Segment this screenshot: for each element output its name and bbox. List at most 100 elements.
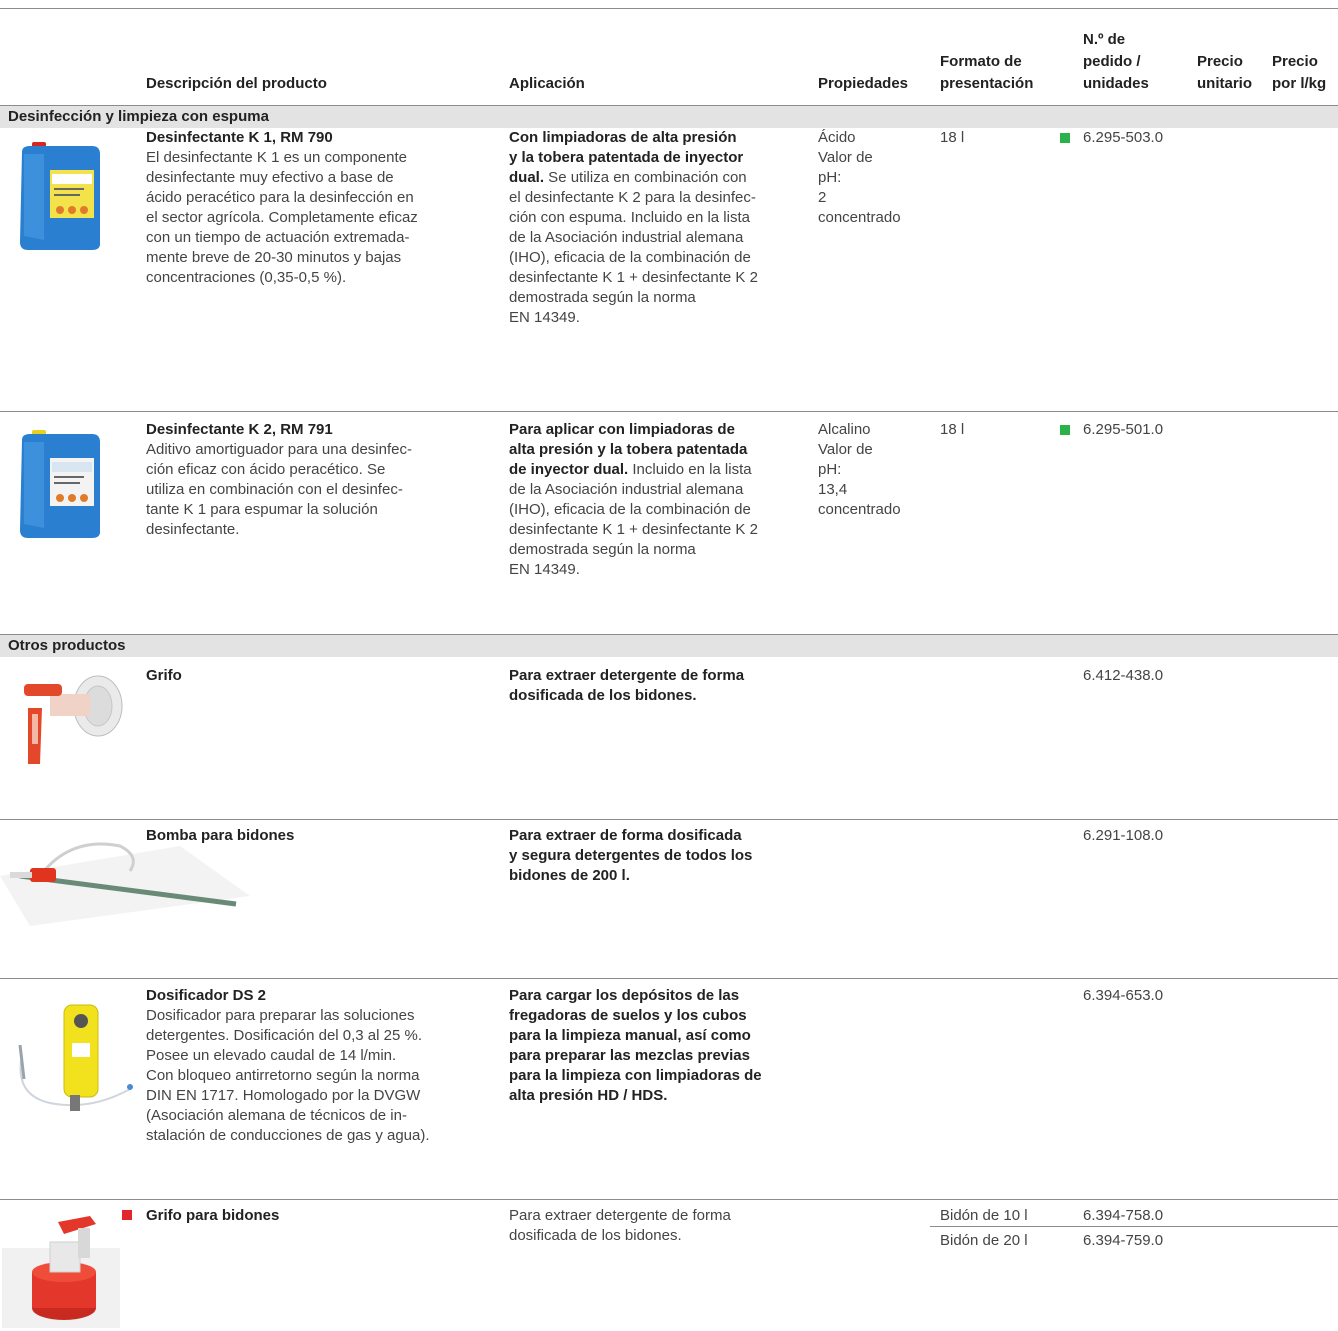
app-line: demostrada según la norma bbox=[509, 289, 696, 306]
app-line: Se utiliza en combinación con bbox=[544, 169, 747, 186]
top-rule bbox=[0, 8, 1338, 9]
header-pedido-line3: unidades bbox=[1083, 75, 1149, 92]
app-line: demostrada según la norma bbox=[509, 541, 696, 558]
desc-line: Aditivo amortiguador para una desinfec- bbox=[146, 441, 412, 458]
product-image-drum-pump bbox=[0, 842, 250, 926]
header-precio-unitario: Precio unitario bbox=[1197, 52, 1252, 93]
product-name: Grifo para bidones bbox=[146, 1207, 280, 1224]
header-precio-lkg-line2: por l/kg bbox=[1272, 75, 1327, 92]
app-line: Con limpiadoras de alta presión bbox=[509, 129, 737, 146]
app-line: Para extraer detergente de forma bbox=[509, 667, 745, 684]
row-rule bbox=[0, 819, 1338, 820]
product-properties: Ácido Valor de pH: 2 concentrado bbox=[818, 128, 901, 228]
new-product-marker-icon bbox=[1060, 133, 1070, 143]
desc-line: desinfectante muy efectivo a base de bbox=[146, 169, 394, 186]
app-line: de la Asociación industrial alemana bbox=[509, 481, 744, 498]
app-line: y segura detergentes de todos los bbox=[509, 847, 753, 864]
header-formato: Formato de presentación bbox=[940, 52, 1033, 93]
product-application: Para extraer detergente de forma dosific… bbox=[509, 1206, 731, 1246]
product-properties: Alcalino Valor de pH: 13,4 concentrado bbox=[818, 420, 901, 520]
prop-line: Valor de bbox=[818, 441, 873, 458]
header-precio-unitario-line1: Precio bbox=[1197, 53, 1243, 70]
desc-line: El desinfectante K 1 es un componente bbox=[146, 149, 408, 166]
desc-line: stalación de conducciones de gas y agua)… bbox=[146, 1127, 430, 1144]
app-line: el desinfectante K 2 para la desinfec- bbox=[509, 189, 756, 206]
app-line: alta presión HD / HDS. bbox=[509, 1087, 668, 1104]
prop-line: Ácido bbox=[818, 129, 856, 146]
product-name: Grifo bbox=[146, 667, 182, 684]
product-description: Dosificador para preparar las soluciones… bbox=[146, 1006, 430, 1146]
app-line: Para cargar los depósitos de las bbox=[509, 987, 740, 1004]
app-line: fregadoras de suelos y los cubos bbox=[509, 1007, 747, 1024]
app-line: Para aplicar con limpiadoras de bbox=[509, 421, 735, 438]
section-header: Desinfección y limpieza con espuma bbox=[0, 106, 1338, 128]
variant-rule bbox=[930, 1226, 1338, 1227]
app-line: Incluido en la lista bbox=[628, 461, 752, 478]
order-number: 6.394-759.0 bbox=[1083, 1232, 1164, 1249]
desc-line: DIN EN 1717. Homologado por la DVGW bbox=[146, 1087, 421, 1104]
product-format: 18 l bbox=[940, 129, 965, 146]
app-line: bidones de 200 l. bbox=[509, 867, 630, 884]
order-number: 6.412-438.0 bbox=[1083, 667, 1164, 684]
product-format: 18 l bbox=[940, 421, 965, 438]
prop-line: Alcalino bbox=[818, 421, 871, 438]
desc-line: Posee un elevado caudal de 14 l/min. bbox=[146, 1047, 397, 1064]
header-aplicacion: Aplicación bbox=[509, 75, 585, 92]
red-marker-icon bbox=[122, 1210, 132, 1220]
desc-line: ción eficaz con ácido peracético. Se bbox=[146, 461, 386, 478]
header-formato-line1: Formato de bbox=[940, 53, 1022, 70]
app-line: dosificada de los bidones. bbox=[509, 687, 697, 704]
app-line: desinfectante K 1 + desinfectante K 2 bbox=[509, 269, 758, 286]
app-line: EN 14349. bbox=[509, 561, 580, 578]
product-application: Para cargar los depósitos de las fregado… bbox=[509, 986, 762, 1106]
product-description: El desinfectante K 1 es un componente de… bbox=[146, 148, 418, 288]
product-application: Con limpiadoras de alta presión y la tob… bbox=[509, 128, 758, 328]
header-propiedades: Propiedades bbox=[818, 75, 909, 92]
desc-line: (Asociación alemana de técnicos de in- bbox=[146, 1107, 407, 1124]
app-line: (IHO), eficacia de la combinación de bbox=[509, 501, 751, 518]
product-application: Para extraer detergente de forma dosific… bbox=[509, 666, 744, 706]
desc-line: el sector agrícola. Completamente eficaz bbox=[146, 209, 418, 226]
order-number: 6.394-653.0 bbox=[1083, 987, 1164, 1004]
product-application: Para aplicar con limpiadoras de alta pre… bbox=[509, 420, 758, 580]
desc-line: con un tiempo de actuación extremada- bbox=[146, 229, 410, 246]
app-line: de la Asociación industrial alemana bbox=[509, 229, 744, 246]
row-rule bbox=[0, 411, 1338, 412]
new-product-marker-icon bbox=[1060, 425, 1070, 435]
product-name: Bomba para bidones bbox=[146, 827, 295, 844]
row-rule bbox=[0, 978, 1338, 979]
app-line: desinfectante K 1 + desinfectante K 2 bbox=[509, 521, 758, 538]
section-title: Otros productos bbox=[8, 637, 126, 654]
desc-line: tante K 1 para espumar la solución bbox=[146, 501, 378, 518]
section-title: Desinfección y limpieza con espuma bbox=[8, 108, 269, 125]
app-line: y la tobera patentada de inyector bbox=[509, 149, 744, 166]
desc-line: ácido peracético para la desinfección en bbox=[146, 189, 414, 206]
order-number: 6.394-758.0 bbox=[1083, 1207, 1164, 1224]
desc-line: mente breve de 20-30 minutos y bajas bbox=[146, 249, 402, 266]
header-precio-lkg: Precio por l/kg bbox=[1272, 52, 1326, 93]
app-line: para la limpieza manual, así como bbox=[509, 1027, 751, 1044]
desc-line: concentraciones (0,35-0,5 %). bbox=[146, 269, 347, 286]
product-image-canister-tap bbox=[2, 1216, 120, 1328]
order-number: 6.295-501.0 bbox=[1083, 421, 1164, 438]
variant-format: Bidón de 20 l bbox=[940, 1232, 1028, 1249]
desc-line: desinfectante. bbox=[146, 521, 240, 538]
product-description: Aditivo amortiguador para una desinfec- … bbox=[146, 440, 412, 540]
desc-line: Dosificador para preparar las soluciones bbox=[146, 1007, 415, 1024]
app-line: ción con espuma. Incluido en la lista bbox=[509, 209, 750, 226]
prop-line: 13,4 bbox=[818, 481, 848, 498]
header-precio-unitario-line2: unitario bbox=[1197, 75, 1252, 92]
product-name: Desinfectante K 2, RM 791 bbox=[146, 421, 333, 438]
app-line: alta presión y la tobera patentada bbox=[509, 441, 748, 458]
header-pedido-line2: pedido / bbox=[1083, 53, 1141, 70]
app-line: (IHO), eficacia de la combinación de bbox=[509, 249, 751, 266]
product-name: Desinfectante K 1, RM 790 bbox=[146, 129, 333, 146]
prop-line: Valor de bbox=[818, 149, 873, 166]
header-formato-line2: presentación bbox=[940, 75, 1034, 92]
header-pedido: N.º de pedido / unidades bbox=[1083, 30, 1149, 93]
app-line: de inyector dual. bbox=[509, 461, 629, 478]
order-number: 6.295-503.0 bbox=[1083, 129, 1164, 146]
desc-line: Con bloqueo antirretorno según la norma bbox=[146, 1067, 420, 1084]
product-image-dosing-unit bbox=[18, 1004, 133, 1111]
prop-line: 2 bbox=[818, 189, 827, 206]
